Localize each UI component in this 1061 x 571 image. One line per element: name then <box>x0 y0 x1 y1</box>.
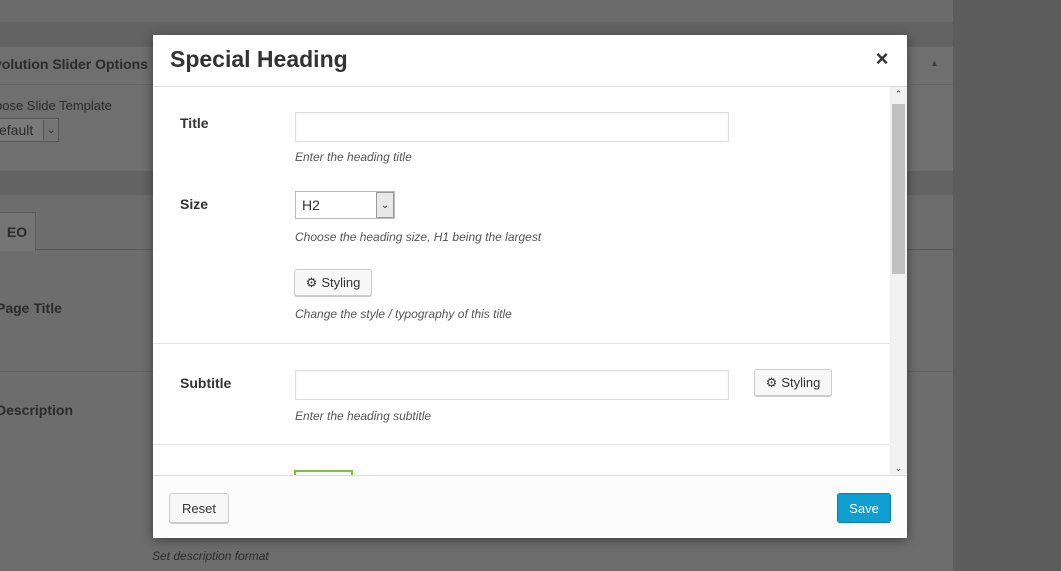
subtitle-styling-label: Styling <box>781 375 821 390</box>
chevron-down-icon[interactable]: ⌄ <box>376 192 394 218</box>
modal-title: Special Heading <box>170 46 348 72</box>
subtitle-label: Subtitle <box>180 375 232 391</box>
chevron-down-icon[interactable]: ⌄ <box>890 461 907 475</box>
slider-options-title: volution Slider Options <box>0 56 148 72</box>
size-hint: Choose the heading size, H1 being the la… <box>295 230 542 244</box>
size-label: Size <box>180 196 209 212</box>
section-divider <box>153 444 890 445</box>
title-input[interactable] <box>295 112 729 142</box>
admin-sidebar-right <box>953 0 1061 571</box>
section-divider <box>153 343 890 344</box>
slide-template-label: oose Slide Template <box>0 98 112 113</box>
tab-seo: EO <box>0 212 36 251</box>
gear-icon: ⚙ <box>305 274 318 290</box>
close-icon[interactable]: × <box>871 48 893 70</box>
slide-template-value: efault <box>0 122 34 138</box>
title-styling-button[interactable]: ⚙ Styling <box>294 269 372 296</box>
modal-footer: Reset Save <box>153 475 907 538</box>
title-hint: Enter the heading title <box>295 150 412 164</box>
subtitle-input[interactable] <box>295 370 729 400</box>
size-select-value: H2 <box>302 197 320 213</box>
styling-hint: Change the style / typography of this ti… <box>295 307 512 321</box>
modal-header: Special Heading × <box>153 35 907 87</box>
description-hint: Set description format <box>152 549 269 563</box>
slide-template-select: efault ⌄ <box>0 118 60 142</box>
title-styling-label: Styling <box>321 275 361 290</box>
collapse-icon: ▲ <box>930 58 939 68</box>
title-label: Title <box>180 115 209 131</box>
page-title-label: Page Title <box>0 300 62 316</box>
size-select[interactable]: H2 ⌄ <box>295 191 395 219</box>
subtitle-styling-button[interactable]: ⚙ Styling <box>754 369 832 396</box>
chevron-down-icon: ⌄ <box>43 120 59 140</box>
special-heading-modal: Special Heading × Title Enter the headin… <box>153 35 907 538</box>
scrollbar-thumb[interactable] <box>892 104 905 274</box>
description-label: Description <box>0 402 74 418</box>
chevron-up-icon[interactable]: ⌃ <box>890 87 907 101</box>
modal-scrollbar[interactable]: ⌃ ⌄ <box>890 87 907 475</box>
subtitle-hint: Enter the heading subtitle <box>295 409 432 423</box>
modal-body[interactable]: Title Enter the heading title Size H2 ⌄ … <box>153 87 890 475</box>
gear-icon: ⚙ <box>765 374 778 390</box>
reset-button[interactable]: Reset <box>169 493 229 523</box>
save-button[interactable]: Save <box>837 493 891 523</box>
